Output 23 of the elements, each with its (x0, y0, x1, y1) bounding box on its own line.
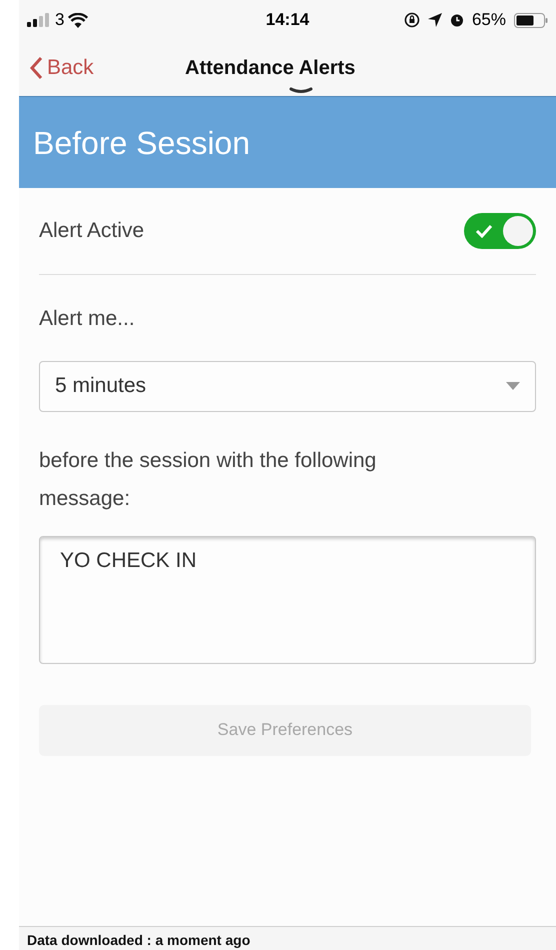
dropdown-caret-icon (506, 382, 520, 390)
duration-select[interactable]: 5 minutes (39, 360, 536, 412)
page-title: Attendance Alerts (185, 56, 356, 81)
chevron-left-icon (29, 56, 43, 80)
alarm-clock-icon (450, 13, 464, 27)
alert-active-label: Alert Active (39, 218, 144, 244)
back-button[interactable]: Back (19, 52, 94, 84)
download-status: Data downloaded : a moment ago (27, 931, 250, 950)
alert-toggle[interactable] (464, 213, 536, 249)
message-field[interactable]: YO CHECK IN (39, 536, 536, 664)
carrier-label: 3 (55, 9, 64, 32)
status-time: 14:14 (264, 9, 310, 32)
message-label: before the session with the following message: (39, 448, 378, 512)
rotation-lock-icon (404, 12, 420, 28)
battery-icon (514, 12, 548, 28)
section-header: Before Session (19, 96, 556, 188)
wifi-icon (68, 12, 88, 28)
pull-handle-icon[interactable] (289, 87, 313, 94)
signal-icon (27, 13, 51, 27)
location-arrow-icon (428, 13, 442, 27)
battery-percent: 65% (472, 9, 506, 32)
alert-me-label: Alert me... (39, 306, 136, 332)
check-icon (475, 224, 493, 238)
